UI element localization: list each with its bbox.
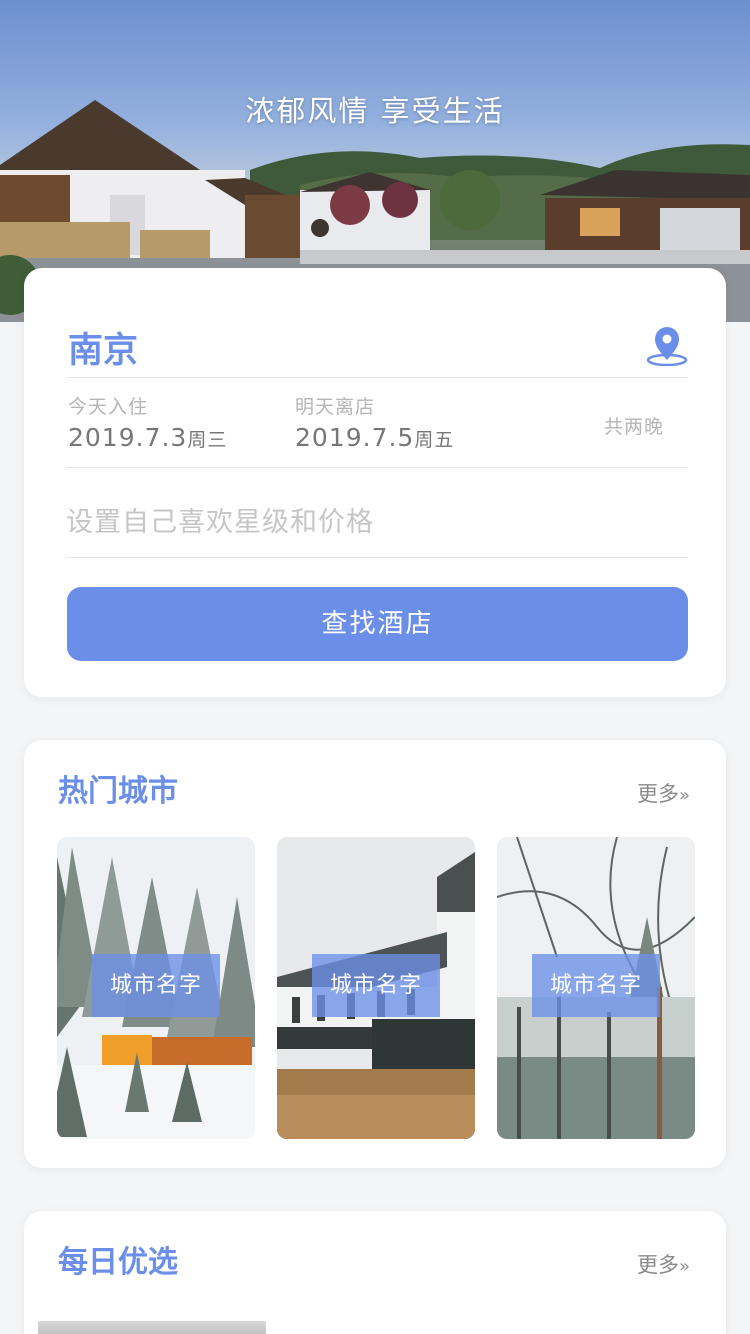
city-tile-label: 城市名字 <box>312 954 440 1017</box>
city-tile[interactable]: 城市名字 <box>497 837 695 1139</box>
hot-cities-more-link[interactable]: 更多» <box>637 778 690 808</box>
more-text: 更多 <box>636 1253 679 1277</box>
checkin-value: 2019.7.3周三 <box>68 423 227 452</box>
hot-cities-title: 热门城市 <box>58 774 178 809</box>
more-arrow-icon: » <box>678 785 690 806</box>
more-arrow-icon: » <box>678 1256 690 1277</box>
city-selector[interactable]: 南京 <box>66 320 688 378</box>
checkin-date-text: 2019.7.3 <box>68 423 188 452</box>
location-pin-icon[interactable] <box>646 324 688 366</box>
checkout-date-text: 2019.7.5 <box>295 423 415 452</box>
hot-cities-section: 热门城市 更多» 城市名字 城市名字 城市名字 <box>24 740 726 1168</box>
hero-title: 浓郁风情 享受生活 <box>245 94 505 128</box>
city-tile[interactable]: 城市名字 <box>277 837 475 1139</box>
checkout-value: 2019.7.5周五 <box>295 423 454 452</box>
checkout-date[interactable]: 明天离店 2019.7.5周五 <box>295 392 454 452</box>
more-text: 更多 <box>636 782 679 806</box>
nights-count: 共两晚 <box>603 416 664 438</box>
checkin-date[interactable]: 今天入住 2019.7.3周三 <box>68 392 227 452</box>
checkin-label: 今天入住 <box>68 396 149 418</box>
find-hotel-button[interactable]: 查找酒店 <box>67 587 688 661</box>
preference-placeholder: 设置自己喜欢星级和价格 <box>66 507 374 538</box>
daily-picks-title: 每日优选 <box>58 1245 178 1280</box>
daily-pick-thumbnail[interactable] <box>38 1321 266 1334</box>
city-tile-label: 城市名字 <box>92 954 220 1017</box>
checkout-label: 明天离店 <box>295 396 376 418</box>
city-name[interactable]: 南京 <box>68 322 138 373</box>
checkin-weekday: 周三 <box>187 429 228 451</box>
daily-picks-section: 每日优选 更多» <box>24 1211 726 1334</box>
city-tile-label: 城市名字 <box>532 954 660 1017</box>
date-selector: 今天入住 2019.7.3周三 明天离店 2019.7.5周五 共两晚 <box>66 378 688 468</box>
checkout-weekday: 周五 <box>414 429 455 451</box>
hotel-search-card: 南京 今天入住 2019.7.3周三 明天离店 2019.7.5周五 共两晚 设… <box>24 268 726 697</box>
daily-picks-more-link[interactable]: 更多» <box>637 1249 690 1279</box>
city-tile[interactable]: 城市名字 <box>57 837 255 1139</box>
star-price-preference[interactable]: 设置自己喜欢星级和价格 <box>66 468 688 558</box>
